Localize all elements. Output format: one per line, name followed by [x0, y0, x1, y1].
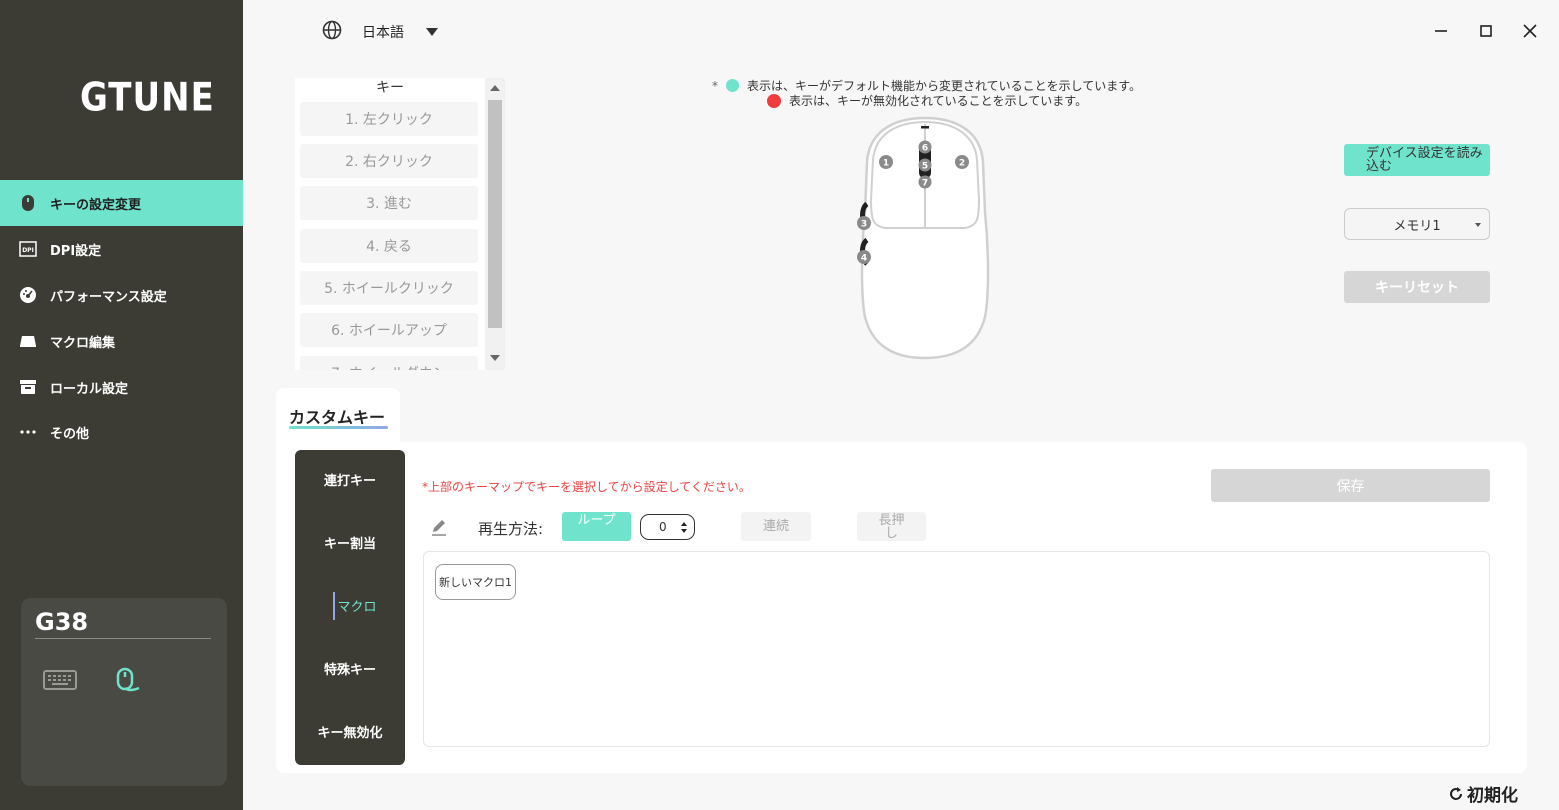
- sidebar-item-other[interactable]: その他: [0, 409, 243, 455]
- macro-icon: [18, 331, 38, 351]
- dpi-icon: DPI: [18, 239, 38, 259]
- submenu-key-disable[interactable]: キー無効化: [295, 722, 405, 741]
- key-list-header: キー: [376, 80, 404, 96]
- mouse-button-3-label: 3: [861, 220, 867, 230]
- globe-icon: [322, 20, 342, 44]
- load-device-settings-button[interactable]: デバイス設定を読み込む: [1344, 144, 1490, 176]
- legend-disabled: 表示は、キーが無効化されていることを示しています。: [767, 92, 1087, 109]
- macro-chip[interactable]: 新しいマクロ1: [435, 564, 516, 600]
- tab-custom-key[interactable]: カスタムキー: [276, 388, 400, 444]
- sidebar-item-key-settings[interactable]: キーの設定変更: [0, 180, 243, 226]
- tab-underline: [289, 426, 388, 429]
- key-item-forward[interactable]: 3. 進む: [300, 186, 478, 220]
- mouse-device-icon[interactable]: [113, 666, 141, 698]
- close-button[interactable]: [1519, 20, 1541, 42]
- archive-icon: [18, 377, 38, 397]
- divider: [35, 638, 211, 639]
- sidebar-item-label: パフォーマンス設定: [50, 289, 167, 305]
- gtune-logo: GTUNE: [80, 75, 215, 121]
- key-item-right-click[interactable]: 2. 右クリック: [300, 144, 478, 178]
- sidebar-item-label: DPI設定: [50, 243, 102, 259]
- continuous-button[interactable]: 連続: [741, 512, 811, 541]
- maximize-icon: [1480, 25, 1492, 37]
- caret-down-icon: [426, 28, 438, 36]
- repeat-count-stepper[interactable]: 0: [640, 514, 695, 540]
- submenu-special-key[interactable]: 特殊キー: [295, 659, 405, 678]
- gauge-icon: [18, 285, 38, 305]
- language-selector[interactable]: 日本語: [322, 20, 438, 44]
- device-name: G38: [35, 608, 89, 636]
- mouse-button-6-label: 6: [922, 144, 928, 154]
- scroll-thumb[interactable]: [488, 100, 502, 328]
- key-item-back[interactable]: 4. 戻る: [300, 229, 478, 263]
- loop-button[interactable]: ループ: [562, 512, 631, 541]
- sidebar-item-label: ローカル設定: [50, 381, 129, 397]
- memory-select-value: メモリ1: [1393, 218, 1441, 234]
- legend-asterisk: *: [712, 78, 718, 93]
- key-reset-button[interactable]: キーリセット: [1344, 271, 1490, 303]
- reset-all-button[interactable]: 初期化: [1448, 781, 1518, 806]
- sidebar-item-label: キーの設定変更: [50, 197, 142, 213]
- scroll-up-icon[interactable]: [490, 85, 500, 91]
- keyboard-icon[interactable]: [43, 668, 77, 696]
- mouse-diagram: 1 2 3 4 5 6 7: [857, 116, 990, 360]
- warning-text: *上部のキーマップでキーを選択してから設定してください。: [422, 480, 751, 494]
- key-item-left-click[interactable]: 1. 左クリック: [300, 102, 478, 136]
- maximize-button[interactable]: [1475, 20, 1497, 42]
- sidebar-item-local[interactable]: ローカル設定: [0, 364, 243, 410]
- legend-disabled-text: 表示は、キーが無効化されていることを示しています。: [789, 94, 1088, 108]
- key-item-wheel-up[interactable]: 6. ホイールアップ: [300, 313, 478, 347]
- scroll-down-icon[interactable]: [490, 355, 500, 361]
- tab-label: カスタムキー: [289, 408, 386, 427]
- red-dot-icon: [767, 93, 781, 108]
- close-icon: [1523, 24, 1537, 38]
- stepper-up-icon[interactable]: [681, 522, 687, 526]
- sidebar-item-performance[interactable]: パフォーマンス設定: [0, 272, 243, 318]
- sidebar-item-label: その他: [50, 426, 90, 442]
- submenu-key-assign[interactable]: キー割当: [295, 533, 405, 552]
- mouse-button-4-label: 4: [861, 254, 867, 264]
- minimize-button[interactable]: [1430, 20, 1452, 42]
- minimize-icon: [1435, 30, 1447, 32]
- custom-key-panel: 連打キー キー割当 マクロ 特殊キー キー無効化 *上部のキーマップでキーを選択…: [276, 442, 1527, 773]
- sidebar-item-macro[interactable]: マクロ編集: [0, 318, 243, 364]
- macro-list-area: 新しいマクロ1: [423, 551, 1490, 747]
- playback-label: 再生方法:: [478, 520, 544, 538]
- refresh-icon: [1450, 786, 1462, 800]
- key-item-wheel-click[interactable]: 5. ホイールクリック: [300, 271, 478, 305]
- sidebar-item-label: マクロ編集: [50, 335, 116, 351]
- memory-select[interactable]: メモリ1: [1344, 208, 1490, 240]
- submenu-rapid-fire[interactable]: 連打キー: [295, 470, 405, 489]
- caret-down-icon: [1475, 223, 1481, 227]
- svg-text:DPI: DPI: [22, 247, 34, 254]
- reset-all-label: 初期化: [1467, 786, 1518, 806]
- mouse-icon: [18, 193, 38, 213]
- teal-dot-icon: [726, 79, 739, 92]
- repeat-count-value: 0: [659, 520, 667, 534]
- key-list: キー 1. 左クリック 2. 右クリック 3. 進む 4. 戻る 5. ホイール…: [295, 78, 505, 370]
- key-list-scrollbar[interactable]: [485, 78, 505, 370]
- long-press-button[interactable]: 長押し: [857, 512, 926, 541]
- mouse-button-2-label: 2: [959, 159, 965, 169]
- save-button[interactable]: 保存: [1211, 469, 1490, 502]
- language-label: 日本語: [362, 25, 404, 41]
- device-card: G38: [21, 598, 227, 786]
- key-item-wheel-down[interactable]: 7. ホイールダウン: [300, 356, 478, 370]
- more-icon: [18, 422, 38, 442]
- custom-key-submenu: 連打キー キー割当 マクロ 特殊キー キー無効化: [295, 450, 405, 765]
- sidebar-item-dpi[interactable]: DPI DPI設定: [0, 226, 243, 272]
- mouse-button-7-label: 7: [922, 179, 928, 189]
- submenu-macro[interactable]: マクロ: [295, 596, 405, 615]
- pencil-icon[interactable]: [430, 518, 448, 540]
- sidebar: GTUNE キーの設定変更 DPI DPI設定 パフォーマンス設定 マクロ編集 …: [0, 0, 243, 810]
- mouse-button-5-label: 5: [922, 162, 928, 172]
- mouse-button-1-label: 1: [883, 159, 889, 169]
- stepper-down-icon[interactable]: [681, 529, 687, 533]
